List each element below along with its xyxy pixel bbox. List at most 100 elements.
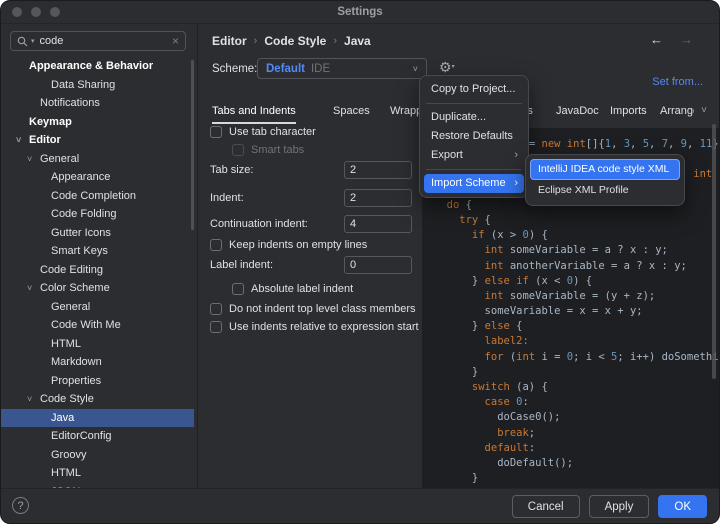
- tabs-and-indents-form: Use tab character Smart tabs Tab size: I…: [198, 24, 422, 489]
- sidebar-item-general[interactable]: General: [1, 298, 194, 317]
- checkbox-label: Do not indent top level class members: [229, 303, 415, 315]
- sidebar-item-code-with-me[interactable]: Code With Me: [1, 316, 194, 335]
- checkbox-icon: [210, 126, 222, 138]
- code-line: default:: [422, 441, 719, 456]
- checkbox-icon: [210, 303, 222, 315]
- sidebar-item-gutter-icons[interactable]: Gutter Icons: [1, 224, 194, 243]
- search-field[interactable]: ▾ ×: [10, 31, 186, 51]
- tabs-overflow-icon[interactable]: ˅: [701, 100, 707, 122]
- sidebar-item-label: Code Folding: [51, 208, 116, 220]
- menu-separator: [426, 103, 522, 104]
- menu-item-copy-to-project[interactable]: Copy to Project...: [424, 80, 524, 99]
- menu-item-export[interactable]: Export›: [424, 146, 524, 165]
- set-from-link[interactable]: Set from...: [652, 76, 703, 88]
- chevron-down-icon[interactable]: ˅: [27, 390, 32, 409]
- chevron-down-icon[interactable]: ˅: [27, 279, 32, 298]
- menu-item-restore-defaults[interactable]: Restore Defaults: [424, 127, 524, 146]
- sidebar-item-notifications[interactable]: Notifications: [1, 94, 194, 113]
- sidebar-item-java[interactable]: Java: [1, 409, 194, 428]
- window-title: Settings: [1, 1, 719, 23]
- code-preview-scrollbar[interactable]: [712, 124, 716, 379]
- code-line: label2:: [422, 334, 719, 349]
- menu-item-duplicate[interactable]: Duplicate...: [424, 108, 524, 127]
- sidebar-item-label: Editor: [29, 134, 61, 146]
- code-line: break;: [422, 426, 719, 441]
- submenu-item-eclipse-xml-profile[interactable]: Eclipse XML Profile: [530, 180, 680, 201]
- maximize-window-icon[interactable]: [50, 7, 60, 17]
- sidebar-item-html[interactable]: HTML: [1, 335, 194, 354]
- cancel-button[interactable]: Cancel: [512, 495, 580, 518]
- sidebar-item-label: Code With Me: [51, 319, 121, 331]
- checkbox-label: Keep indents on empty lines: [229, 239, 367, 251]
- minimize-window-icon[interactable]: [31, 7, 41, 17]
- search-history-caret-icon[interactable]: ▾: [31, 37, 35, 45]
- sidebar-item-editorconfig[interactable]: EditorConfig: [1, 427, 194, 446]
- code-line: case 0:: [422, 395, 719, 410]
- sidebar-item-smart-keys[interactable]: Smart Keys: [1, 242, 194, 261]
- submenu-item-intellij-idea-code-style-xml[interactable]: IntelliJ IDEA code style XML: [530, 159, 680, 180]
- sidebar-item-code-style[interactable]: ˅Code Style: [1, 390, 194, 409]
- code-line: } else {: [422, 319, 719, 334]
- sidebar-item-label: Java: [51, 412, 74, 424]
- continuation-indent-input[interactable]: [344, 215, 412, 233]
- sidebar-item-markdown[interactable]: Markdown: [1, 353, 194, 372]
- ok-button[interactable]: OK: [658, 495, 707, 518]
- menu-item-import-scheme[interactable]: Import Scheme›: [424, 174, 524, 193]
- dialog-footer: ? Cancel Apply OK: [1, 488, 719, 523]
- sidebar-item-keymap[interactable]: Keymap: [1, 113, 194, 132]
- scheme-gear-button[interactable]: ⚙▾: [439, 60, 455, 74]
- code-line: } else if (x < 0) {: [422, 274, 719, 289]
- help-button[interactable]: ?: [12, 497, 29, 514]
- apply-button[interactable]: Apply: [589, 495, 650, 518]
- indent-input[interactable]: [344, 189, 412, 207]
- checkbox-label: Use tab character: [229, 126, 316, 138]
- tab-javadoc[interactable]: JavaDoc: [556, 100, 599, 122]
- sidebar-item-label: Smart Keys: [51, 245, 108, 257]
- sidebar-item-general[interactable]: ˅General: [1, 150, 194, 169]
- code-line: }: [422, 471, 719, 486]
- submenu-arrow-icon: ›: [514, 146, 518, 165]
- indent-label: Indent:: [210, 189, 244, 207]
- forward-arrow-icon[interactable]: →: [680, 32, 693, 47]
- checkbox-no-indent-top-level[interactable]: Do not indent top level class members: [210, 300, 415, 318]
- history-nav: ← →: [650, 32, 693, 47]
- sidebar-item-label: Data Sharing: [51, 79, 115, 91]
- clear-search-icon[interactable]: ×: [172, 35, 179, 47]
- checkbox-use-tab-character[interactable]: Use tab character: [210, 123, 316, 141]
- chevron-down-icon[interactable]: ˅: [16, 131, 21, 150]
- chevron-down-icon[interactable]: ˅: [27, 150, 32, 169]
- sidebar-item-appearance-behavior[interactable]: Appearance & Behavior: [1, 57, 194, 76]
- sidebar-item-color-scheme[interactable]: ˅ Color Scheme: [1, 279, 194, 298]
- tab-imports[interactable]: Imports: [610, 100, 647, 122]
- checkbox-keep-indents[interactable]: Keep indents on empty lines: [210, 236, 367, 254]
- sidebar-item-code-folding[interactable]: Code Folding: [1, 205, 194, 224]
- code-line: someVariable = x = x + y;: [422, 304, 719, 319]
- sidebar-scrollbar[interactable]: [191, 60, 194, 230]
- search-input[interactable]: [38, 34, 169, 48]
- sidebar-item-editor[interactable]: ˅ Editor: [1, 131, 194, 150]
- tab-arrangement[interactable]: Arrangement: [660, 100, 694, 122]
- label-indent-input[interactable]: [344, 256, 412, 274]
- checkbox-indents-relative[interactable]: Use indents relative to expression start: [210, 318, 419, 336]
- sidebar-item-appearance[interactable]: Appearance: [1, 168, 194, 187]
- tab-size-input[interactable]: [344, 161, 412, 179]
- sidebar-item-label: Code Completion: [51, 190, 136, 202]
- code-line: int someVariable = a ? x : y;: [422, 243, 719, 258]
- sidebar-item-groovy[interactable]: Groovy: [1, 446, 194, 465]
- close-window-icon[interactable]: [12, 7, 22, 17]
- sidebar-item-html[interactable]: HTML: [1, 464, 194, 483]
- sidebar-item-code-completion[interactable]: Code Completion: [1, 187, 194, 206]
- sidebar-item-data-sharing[interactable]: Data Sharing: [1, 76, 194, 95]
- continuation-indent-label: Continuation indent:: [210, 215, 308, 233]
- sidebar-item-code-editing[interactable]: Code Editing: [1, 261, 194, 280]
- settings-tree: Appearance & Behavior Data Sharing Notific…: [1, 57, 194, 489]
- title-bar: Settings: [1, 1, 719, 24]
- back-arrow-icon[interactable]: ←: [650, 32, 663, 47]
- checkbox-label: Absolute label indent: [251, 283, 353, 295]
- help-icon: ?: [17, 500, 23, 512]
- window-controls: [12, 7, 60, 17]
- sidebar-item-label: Color Scheme: [40, 282, 110, 294]
- sidebar-item-properties[interactable]: Properties: [1, 372, 194, 391]
- sidebar-item-label: Code Editing: [40, 264, 103, 276]
- checkbox-absolute-label-indent[interactable]: Absolute label indent: [232, 280, 353, 298]
